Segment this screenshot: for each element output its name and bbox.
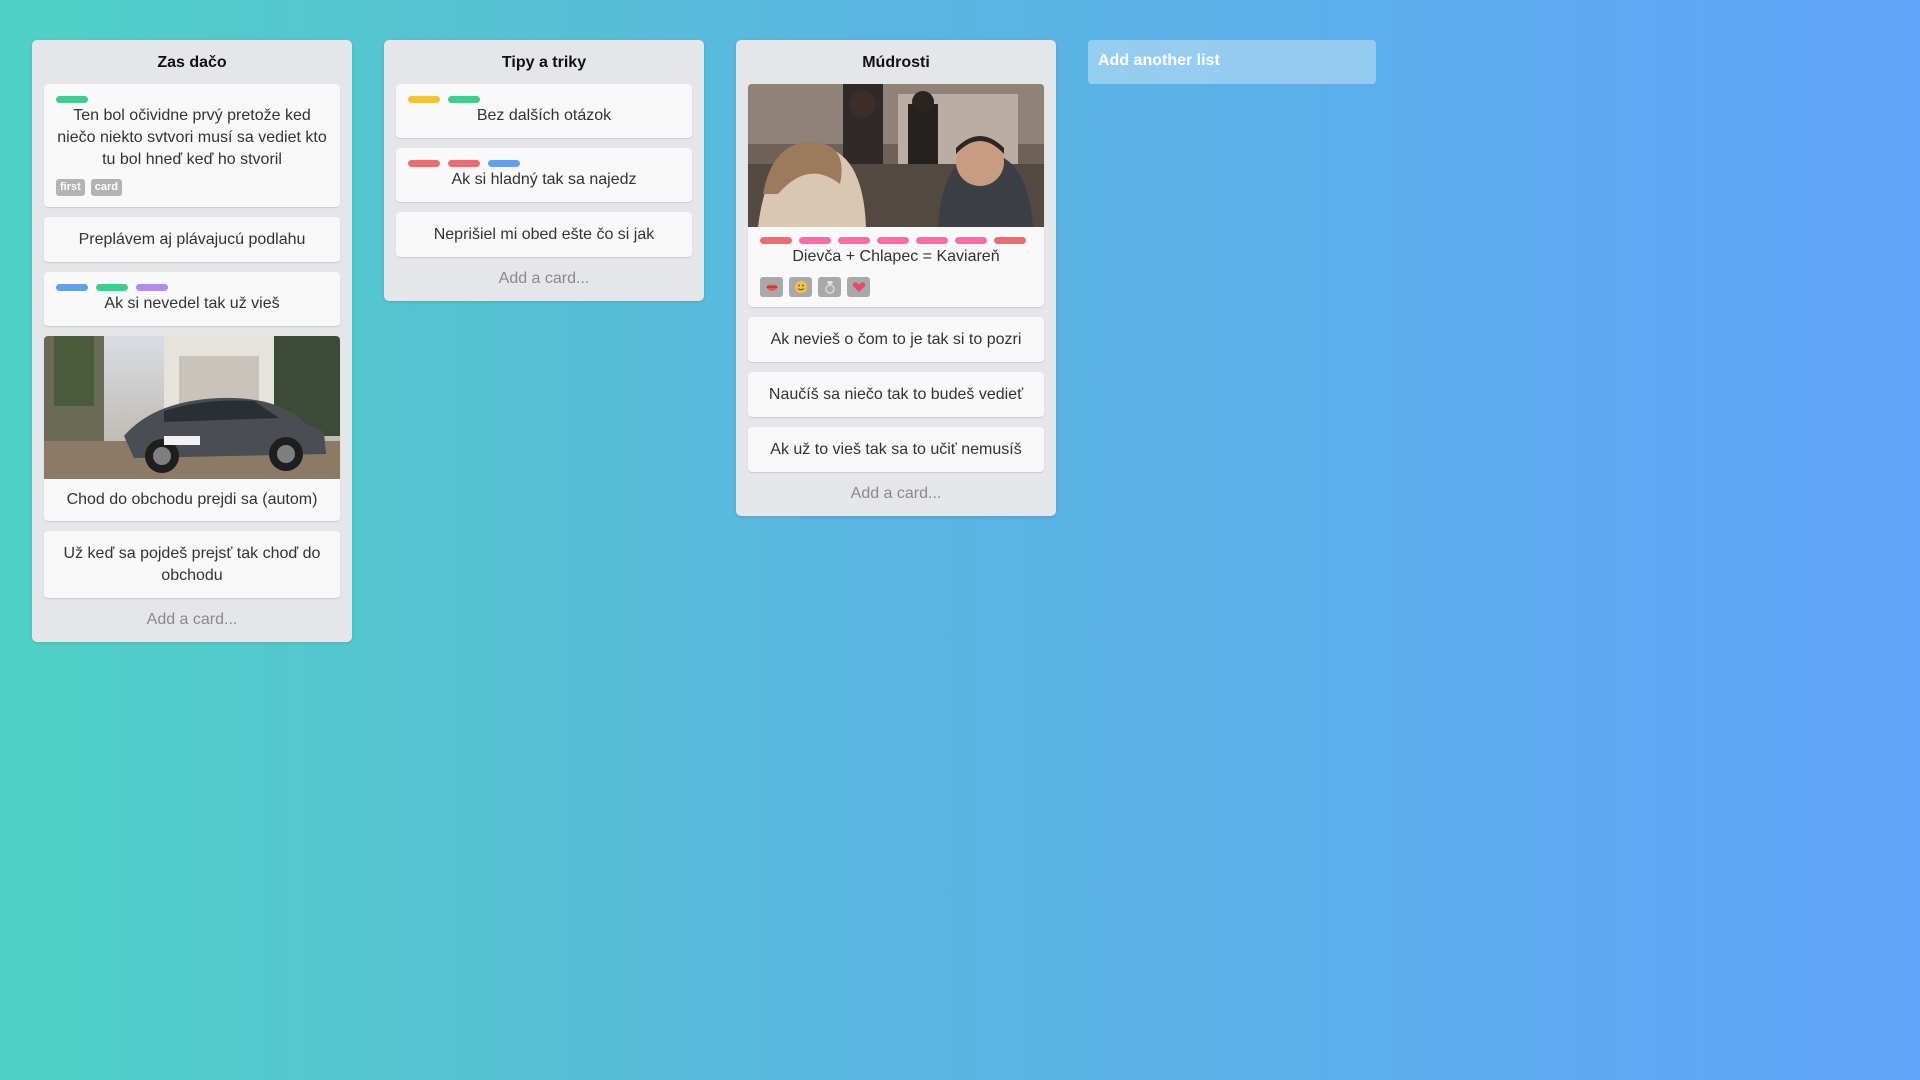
add-card-button[interactable]: Add a card...	[44, 608, 340, 630]
label-green[interactable]	[56, 96, 88, 103]
list-title[interactable]: Zas dačo	[44, 40, 340, 84]
label-pink[interactable]	[877, 237, 909, 244]
card-text: Bez dalších otázok	[476, 107, 612, 124]
card-text: Ak si nevedel tak už vieš	[104, 295, 280, 312]
label-red[interactable]	[760, 237, 792, 244]
card[interactable]: Ak už to vieš tak sa to učiť nemusíš	[748, 427, 1044, 472]
card[interactable]: Ak si nevedel tak už vieš	[44, 272, 340, 326]
list-title[interactable]: Tipy a triky	[396, 40, 692, 84]
label-green[interactable]	[448, 96, 480, 103]
card-body: Dievča + Chlapec = Kaviareň	[748, 227, 1044, 297]
card[interactable]: Bez dalších otázok	[396, 84, 692, 138]
smile-icon	[789, 277, 812, 297]
card-body: Chod do obchodu prejdi sa (autom)	[44, 479, 340, 511]
label-green[interactable]	[96, 284, 128, 291]
card[interactable]: Chod do obchodu prejdi sa (autom)	[44, 336, 340, 521]
board: Zas dačo Ten bol očividne prvý pretože k…	[0, 0, 1920, 1080]
card[interactable]: Naučíš sa niečo tak to budeš vedieť	[748, 372, 1044, 417]
badge: card	[90, 179, 123, 196]
card[interactable]: Dievča + Chlapec = Kaviareň	[748, 84, 1044, 307]
label-pink[interactable]	[838, 237, 870, 244]
list-tipy-a-triky: Tipy a triky Bez dalších otázok Ak si hl…	[384, 40, 704, 301]
card-labels	[56, 284, 328, 291]
label-purple[interactable]	[136, 284, 168, 291]
add-list-button[interactable]: Add another list	[1088, 40, 1376, 84]
label-red[interactable]	[448, 160, 480, 167]
card[interactable]: Neprišiel mi obed ešte čo si jak	[396, 212, 692, 257]
heart-icon	[847, 277, 870, 297]
card[interactable]: Už keď sa pojdeš prejsť tak choď do obch…	[44, 531, 340, 598]
card-text: Preplávem aj plávajucú podlahu	[78, 231, 306, 248]
card[interactable]: Ak si hladný tak sa najedz	[396, 148, 692, 202]
label-pink[interactable]	[799, 237, 831, 244]
card-labels	[760, 237, 1032, 244]
lips-icon	[760, 277, 783, 297]
card-text: Ak už to vieš tak sa to učiť nemusíš	[770, 441, 1022, 458]
cafe-photo	[748, 84, 1044, 227]
list-title[interactable]: Múdrosti	[748, 40, 1044, 84]
badge: first	[56, 179, 85, 196]
label-red[interactable]	[408, 160, 440, 167]
ring-icon	[818, 277, 841, 297]
label-blue[interactable]	[488, 160, 520, 167]
card[interactable]: Ak nevieš o čom to je tak si to pozri	[748, 317, 1044, 362]
car-photo	[44, 336, 340, 479]
label-blue[interactable]	[56, 284, 88, 291]
label-yellow[interactable]	[408, 96, 440, 103]
list-zas-daco: Zas dačo Ten bol očividne prvý pretože k…	[32, 40, 352, 642]
list-mudrosti: Múdrosti Dievča + Chlapec = Kaviareň Ak …	[736, 40, 1056, 516]
card-text: Neprišiel mi obed ešte čo si jak	[433, 226, 655, 243]
card-text: Ak nevieš o čom to je tak si to pozri	[770, 331, 1022, 348]
card-labels	[408, 96, 680, 103]
card-text: Chod do obchodu prejdi sa (autom)	[66, 491, 318, 508]
card-text: Už keď sa pojdeš prejsť tak choď do obch…	[63, 545, 321, 584]
label-red[interactable]	[994, 237, 1026, 244]
card[interactable]: Preplávem aj plávajucú podlahu	[44, 217, 340, 262]
add-card-button[interactable]: Add a card...	[396, 267, 692, 289]
card-emoji-badges	[760, 277, 1032, 297]
card-text: Ten bol očividne prvý pretože ked niečo …	[57, 107, 327, 168]
card-text: Ak si hladný tak sa najedz	[451, 171, 637, 188]
card-labels	[408, 160, 680, 167]
add-card-button[interactable]: Add a card...	[748, 482, 1044, 504]
card-labels	[56, 96, 328, 103]
card[interactable]: Ten bol očividne prvý pretože ked niečo …	[44, 84, 340, 207]
card-badges: first card	[56, 179, 328, 196]
label-pink[interactable]	[916, 237, 948, 244]
label-pink[interactable]	[955, 237, 987, 244]
card-text: Dievča + Chlapec = Kaviareň	[792, 248, 1000, 265]
card-text: Naučíš sa niečo tak to budeš vedieť	[768, 386, 1024, 403]
